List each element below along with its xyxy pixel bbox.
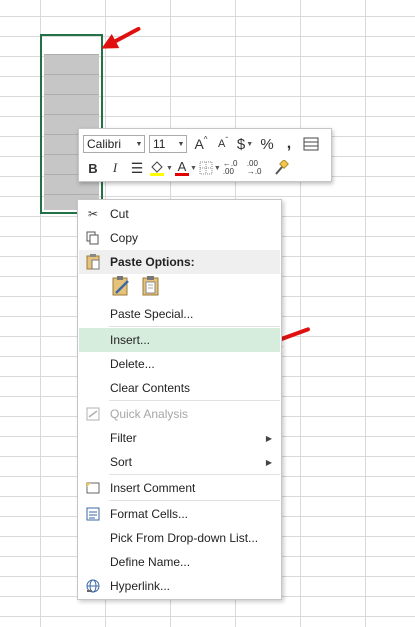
chevron-down-icon: ▼ <box>135 140 143 148</box>
menu-item-label: Quick Analysis <box>110 407 189 421</box>
menu-item-cut[interactable]: ✂ Cut <box>79 202 280 226</box>
menu-item-label: Delete... <box>110 357 155 371</box>
shrink-font-icon: A <box>217 138 226 150</box>
menu-separator <box>109 400 280 401</box>
fill-color-button[interactable]: ▼ <box>149 158 173 178</box>
format-painter-button[interactable] <box>271 158 291 178</box>
context-menu: ✂ Cut Copy Paste Options: Paste Special.… <box>77 199 282 600</box>
increase-decimal-button[interactable]: ←.0 .00 <box>223 158 245 178</box>
quick-analysis-icon <box>85 406 101 422</box>
menu-item-label: Copy <box>110 231 139 245</box>
menu-item-label: Clear Contents <box>110 381 191 395</box>
menu-item-insert[interactable]: Insert... <box>79 328 280 352</box>
font-name-select[interactable]: Calibri ▼ <box>83 135 145 153</box>
menu-item-insert-comment[interactable]: Insert Comment <box>79 476 280 500</box>
menu-item-hyperlink[interactable]: Hyperlink... <box>79 574 280 598</box>
menu-item-copy[interactable]: Copy <box>79 226 280 250</box>
font-size-select[interactable]: 11 ▼ <box>149 135 187 153</box>
copy-icon <box>85 230 101 246</box>
decrease-decimal-icon: .00 →.0 <box>246 159 262 176</box>
chevron-down-icon: ▼ <box>166 164 173 172</box>
borders-icon <box>199 161 213 175</box>
bold-icon: B <box>88 160 98 176</box>
menu-item-filter[interactable]: Filter ▶ <box>79 426 280 450</box>
menu-item-label: Paste Options: <box>110 255 195 269</box>
chevron-down-icon: ▼ <box>189 164 197 172</box>
menu-item-pick-from-list[interactable]: Pick From Drop-down List... <box>79 526 280 550</box>
currency-icon: $ <box>236 135 246 153</box>
paste-values-button[interactable] <box>139 274 163 298</box>
menu-item-delete[interactable]: Delete... <box>79 352 280 376</box>
chevron-right-icon: ▶ <box>265 457 272 467</box>
menu-separator <box>109 326 280 327</box>
menu-item-label: Cut <box>110 207 129 221</box>
clipboard-icon <box>85 254 101 270</box>
menu-item-format-cells[interactable]: Format Cells... <box>79 502 280 526</box>
paste-clipboard-icon <box>142 276 159 296</box>
menu-item-label: Hyperlink... <box>110 579 171 593</box>
font-name-value: Calibri <box>87 137 122 151</box>
menu-item-label: Filter <box>110 431 137 445</box>
paste-button[interactable] <box>109 274 133 298</box>
menu-separator <box>109 474 280 475</box>
align-center-icon: ☰ <box>130 159 144 176</box>
percent-icon: % <box>260 135 274 153</box>
borders-button[interactable]: ▼ <box>199 158 221 178</box>
decrease-decimal-button[interactable]: .00 →.0 <box>247 158 269 178</box>
comment-icon <box>85 480 101 496</box>
comma-icon: , <box>286 135 292 152</box>
chevron-right-icon: ▶ <box>265 433 272 443</box>
grow-font-icon: A <box>194 136 204 152</box>
grow-font-button[interactable]: A ^ <box>191 134 211 154</box>
align-center-button[interactable]: ☰ <box>127 158 147 178</box>
comma-button[interactable]: , <box>279 134 299 154</box>
menu-item-label: Pick From Drop-down List... <box>110 531 259 545</box>
paint-bucket-icon <box>150 161 164 176</box>
menu-item-paste-special[interactable]: Paste Special... <box>79 302 280 326</box>
menu-item-label: Insert Comment <box>110 481 196 495</box>
menu-item-label: Format Cells... <box>110 507 189 521</box>
format-cells-icon <box>85 506 101 522</box>
menu-item-label: Define Name... <box>110 555 191 569</box>
italic-icon: I <box>112 160 118 175</box>
menu-separator <box>109 500 280 501</box>
chevron-down-icon: ▼ <box>213 164 221 172</box>
menu-item-label: Paste Special... <box>110 307 194 321</box>
paste-options-row <box>109 274 169 302</box>
scissors-icon: ✂ <box>87 207 99 221</box>
hyperlink-icon <box>85 578 101 594</box>
merge-center-button[interactable] <box>301 134 321 154</box>
menu-item-quick-analysis: Quick Analysis <box>79 402 280 426</box>
menu-item-define-name[interactable]: Define Name... <box>79 550 280 574</box>
bold-button[interactable]: B <box>83 158 103 178</box>
menu-item-paste-options: Paste Options: <box>79 250 280 274</box>
font-size-value: 11 <box>153 137 166 151</box>
format-painter-icon <box>275 160 289 175</box>
menu-item-label: Insert... <box>110 333 151 347</box>
menu-item-sort[interactable]: Sort ▶ <box>79 450 280 474</box>
shrink-font-button[interactable]: Aˇ <box>213 134 233 154</box>
font-color-icon: A <box>177 159 187 174</box>
italic-button[interactable]: I <box>105 158 125 178</box>
merge-center-icon <box>303 137 319 151</box>
chevron-down-icon: ▼ <box>177 140 185 148</box>
increase-decimal-icon: ←.0 .00 <box>222 159 238 176</box>
currency-button[interactable]: $ ▼ <box>235 134 255 154</box>
paste-brush-icon <box>112 276 129 296</box>
percent-button[interactable]: % <box>257 134 277 154</box>
mini-toolbar: Calibri ▼ 11 ▼ A ^ Aˇ $ ▼ % , B I ☰ ▼ A ▼ <box>78 128 332 182</box>
selected-range[interactable] <box>40 34 105 216</box>
menu-item-label: Sort <box>110 455 133 469</box>
font-color-button[interactable]: A ▼ <box>174 158 197 178</box>
chevron-down-icon: ▼ <box>246 140 254 148</box>
menu-item-clear-contents[interactable]: Clear Contents <box>79 376 280 400</box>
